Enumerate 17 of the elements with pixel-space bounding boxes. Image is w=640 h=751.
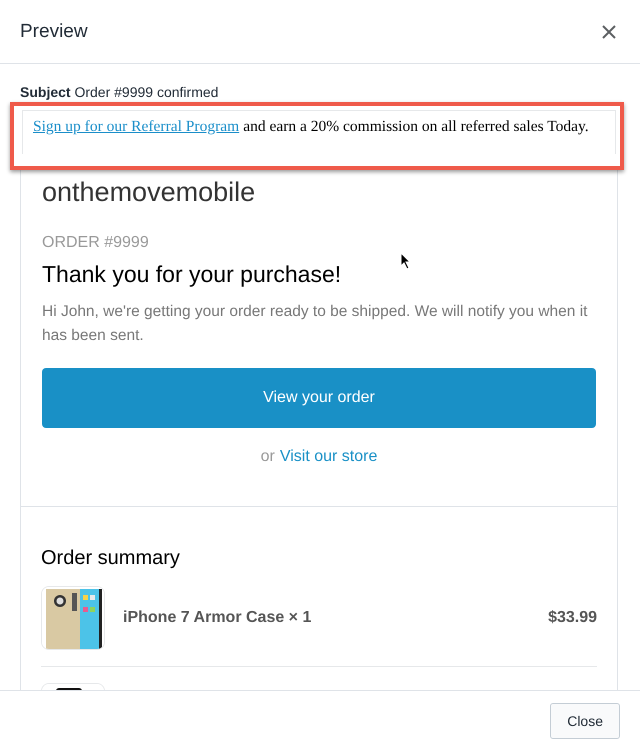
store-link[interactable]: Visit our store	[280, 448, 378, 466]
product-name: iPhone 7 Armor Case × 1	[123, 609, 312, 627]
order-number: ORDER #9999	[42, 234, 150, 252]
product-price: $33.99	[548, 609, 597, 627]
or-text: or	[260, 448, 275, 466]
close-button[interactable]: Close	[550, 703, 620, 739]
summary-title: Order summary	[41, 547, 181, 570]
subject-line: Subject Order #9999 confirmed	[20, 84, 220, 100]
close-icon[interactable]	[602, 24, 616, 38]
shop-name: onthemovemobile	[42, 177, 256, 208]
cursor-icon	[400, 252, 412, 270]
email-message: Hi John, we're getting your order ready to be shipped. We will notify you when it has been sent.	[42, 302, 588, 346]
dialog-title: Preview	[20, 20, 88, 42]
banner-text: and earn a 20% commission on all referred sales Today.	[243, 118, 589, 135]
view-order-button[interactable]: View your order	[42, 368, 596, 428]
email-heading: Thank you for your purchase!	[42, 261, 342, 288]
referral-link[interactable]: Sign up for our Referral Program	[33, 118, 240, 135]
